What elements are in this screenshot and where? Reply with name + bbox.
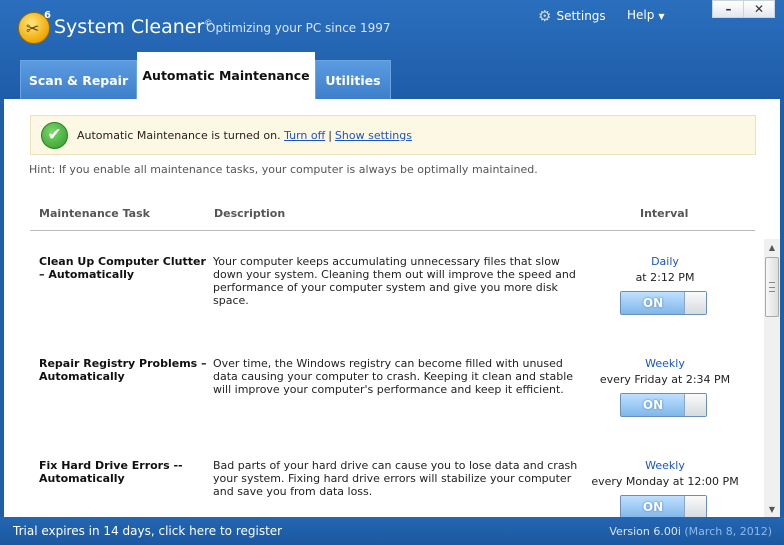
task-row: Repair Registry Problems – Automatically… [30,341,760,443]
settings-button[interactable]: ⚙ Settings [538,7,606,25]
show-settings-link[interactable]: Show settings [335,129,412,142]
version-text: Version 6.00i [609,524,681,538]
toggle-knob [684,496,706,517]
status-notice: ✔ Automatic Maintenance is turned on. Tu… [30,115,756,155]
column-header-description: Description [214,207,286,220]
help-label: Help [627,8,655,22]
column-header-task: Maintenance Task [39,207,150,220]
task-row: Fix Hard Drive Errors -- Automatically B… [30,443,760,517]
scrollbar-thumb[interactable] [765,257,779,317]
status-text: Automatic Maintenance is turned on. [77,128,281,142]
title-bar: ✂ 6 System Cleaner© Optimizing your PC s… [0,0,784,99]
task-schedule: every Friday at 2:34 PM [599,373,731,386]
task-description: Bad parts of your hard drive can cause y… [213,459,578,498]
task-frequency-link[interactable]: Weekly [590,459,740,472]
task-frequency-link[interactable]: Daily [590,255,740,268]
turn-off-link[interactable]: Turn off [284,129,325,142]
scroll-down-icon[interactable]: ▼ [764,501,780,517]
close-button[interactable]: ✕ [743,0,775,18]
task-description: Over time, the Windows registry can beco… [213,357,574,396]
task-name: Clean Up Computer Clutter – Automaticall… [39,255,206,281]
app-title: System Cleaner© [54,16,212,38]
main-panel: ✔ Automatic Maintenance is turned on. Tu… [4,99,780,517]
toggle-on-label: ON [621,496,685,517]
version-info: Version 6.00i (March 8, 2012) [609,525,772,538]
tools-icon: ✂ [26,19,40,38]
toggle-knob [684,292,706,314]
hint-text: Hint: If you enable all maintenance task… [29,163,538,176]
scroll-up-icon[interactable]: ▲ [764,239,780,255]
link-separator: | [328,128,332,142]
minimize-button[interactable]: – [712,0,744,18]
vertical-scrollbar[interactable]: ▲ ▼ [764,239,780,517]
grip-icon [769,282,775,292]
minimize-icon: – [725,2,732,16]
toggle-on-label: ON [621,292,685,314]
logo-version-badge: 6 [44,10,51,21]
task-schedule: every Monday at 12:00 PM [591,475,739,488]
column-header-interval: Interval [640,207,689,220]
trial-register-link[interactable]: Trial expires in 14 days, click here to … [13,524,282,538]
close-icon: ✕ [753,2,765,16]
task-name: Fix Hard Drive Errors -- Automatically [39,459,183,485]
app-title-text: System Cleaner [54,16,205,38]
toggle-knob [684,394,706,416]
toggle-on-label: ON [621,394,685,416]
settings-label: Settings [556,9,606,23]
tab-automatic-maintenance[interactable]: Automatic Maintenance [137,52,315,99]
checkmark-icon: ✔ [41,121,68,149]
task-toggle[interactable]: ON [620,495,707,517]
task-row: Clean Up Computer Clutter – Automaticall… [30,239,760,341]
task-toggle[interactable]: ON [620,291,707,315]
tab-scan-repair[interactable]: Scan & Repair [20,60,137,99]
release-date: (March 8, 2012) [684,524,772,538]
tagline: Optimizing your PC since 1997 [206,21,391,35]
task-name: Repair Registry Problems – Automatically [39,357,207,383]
task-toggle[interactable]: ON [620,393,707,417]
help-menu-button[interactable]: Help ▼ [627,8,665,22]
tab-utilities[interactable]: Utilities [315,60,391,99]
logo-icon: ✂ 6 [18,10,51,44]
header-divider [30,230,755,231]
task-description: Your computer keeps accumulating unneces… [213,255,576,307]
status-bar: Trial expires in 14 days, click here to … [0,517,784,545]
task-schedule: at 2:12 PM [635,271,695,284]
gear-icon: ⚙ [538,7,552,25]
task-frequency-link[interactable]: Weekly [590,357,740,370]
task-list: Clean Up Computer Clutter – Automaticall… [30,239,760,517]
chevron-down-icon: ▼ [658,12,665,21]
